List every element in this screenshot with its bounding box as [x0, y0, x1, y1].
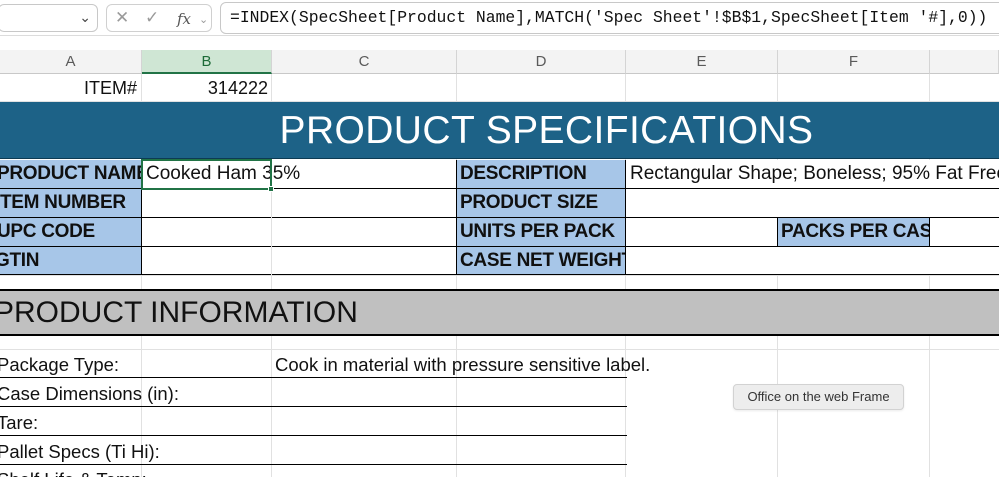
- value-item-number[interactable]: [142, 189, 457, 218]
- product-information-title: PRODUCT INFORMATION: [0, 296, 358, 329]
- value-description[interactable]: Rectangular Shape; Boneless; 95% Fat Fre…: [626, 160, 999, 189]
- value-case-net-weight[interactable]: [626, 247, 999, 275]
- enter-icon[interactable]: ✓: [145, 8, 159, 28]
- row-border: [0, 377, 627, 378]
- info-label-package-type[interactable]: Package Type:: [0, 351, 119, 379]
- label-product-size[interactable]: PRODUCT SIZE: [457, 189, 626, 218]
- formula-bar: ⌄ ✕ ✓ fx ⌄ =INDEX(SpecSheet[Product Name…: [0, 0, 999, 36]
- column-header-f[interactable]: F: [778, 50, 930, 74]
- value-product-size[interactable]: [626, 189, 999, 218]
- chevron-down-icon[interactable]: ⌄: [199, 13, 208, 26]
- formula-controls: ✕ ✓ fx ⌄: [106, 4, 212, 32]
- label-item-number[interactable]: ITEM NUMBER: [0, 189, 142, 218]
- info-label-case-dimensions[interactable]: Case Dimensions (in):: [0, 380, 179, 408]
- value-units-per-pack[interactable]: [626, 218, 778, 247]
- cell-a1-item-label[interactable]: ITEM#: [0, 74, 137, 101]
- row-border: [0, 406, 627, 407]
- label-description[interactable]: DESCRIPTION: [457, 160, 626, 189]
- label-gtin[interactable]: GTIN: [0, 247, 142, 275]
- label-units-per-pack[interactable]: UNITS PER PACK: [457, 218, 626, 247]
- value-gtin[interactable]: [142, 247, 457, 275]
- cancel-icon[interactable]: ✕: [115, 8, 129, 28]
- column-header-d[interactable]: D: [457, 50, 626, 74]
- chevron-down-icon[interactable]: ⌄: [79, 9, 91, 26]
- gridline: [0, 275, 999, 276]
- info-label-pallet-specs[interactable]: Pallet Specs (Ti Hi):: [0, 438, 160, 466]
- value-packs-per-case[interactable]: [930, 218, 999, 247]
- info-label-shelf-life[interactable]: Shelf Life & Temp:: [0, 466, 147, 477]
- label-product-name[interactable]: PRODUCT NAME: [0, 160, 142, 189]
- row-border: [0, 435, 627, 436]
- label-upc-code[interactable]: UPC CODE: [0, 218, 142, 247]
- gridline: [0, 349, 999, 350]
- column-header-a[interactable]: A: [0, 50, 142, 74]
- label-case-net-weight[interactable]: CASE NET WEIGHT: [457, 247, 626, 275]
- cell-b1-item-value[interactable]: 314222: [142, 74, 268, 101]
- column-header-c[interactable]: C: [272, 50, 457, 74]
- fill-handle[interactable]: [268, 186, 274, 192]
- info-value-package-type[interactable]: Cook in material with pressure sensitive…: [275, 351, 650, 379]
- value-upc-code[interactable]: [142, 218, 457, 247]
- banner-title: PRODUCT SPECIFICATIONS: [279, 109, 814, 152]
- row-border: [0, 464, 627, 465]
- column-header-e[interactable]: E: [626, 50, 778, 74]
- header-spacer: [0, 36, 999, 50]
- formula-input[interactable]: =INDEX(SpecSheet[Product Name],MATCH('Sp…: [220, 2, 999, 34]
- column-header-g[interactable]: [930, 50, 999, 74]
- selected-cell-outline: [141, 159, 272, 190]
- insert-function-icon[interactable]: fx: [177, 10, 191, 28]
- frame-tooltip: Office on the web Frame: [733, 384, 904, 410]
- name-box[interactable]: ⌄: [0, 4, 98, 32]
- label-packs-per-case[interactable]: PACKS PER CASE: [778, 218, 930, 247]
- column-header-b[interactable]: B: [142, 50, 272, 74]
- info-label-tare[interactable]: Tare:: [0, 409, 38, 437]
